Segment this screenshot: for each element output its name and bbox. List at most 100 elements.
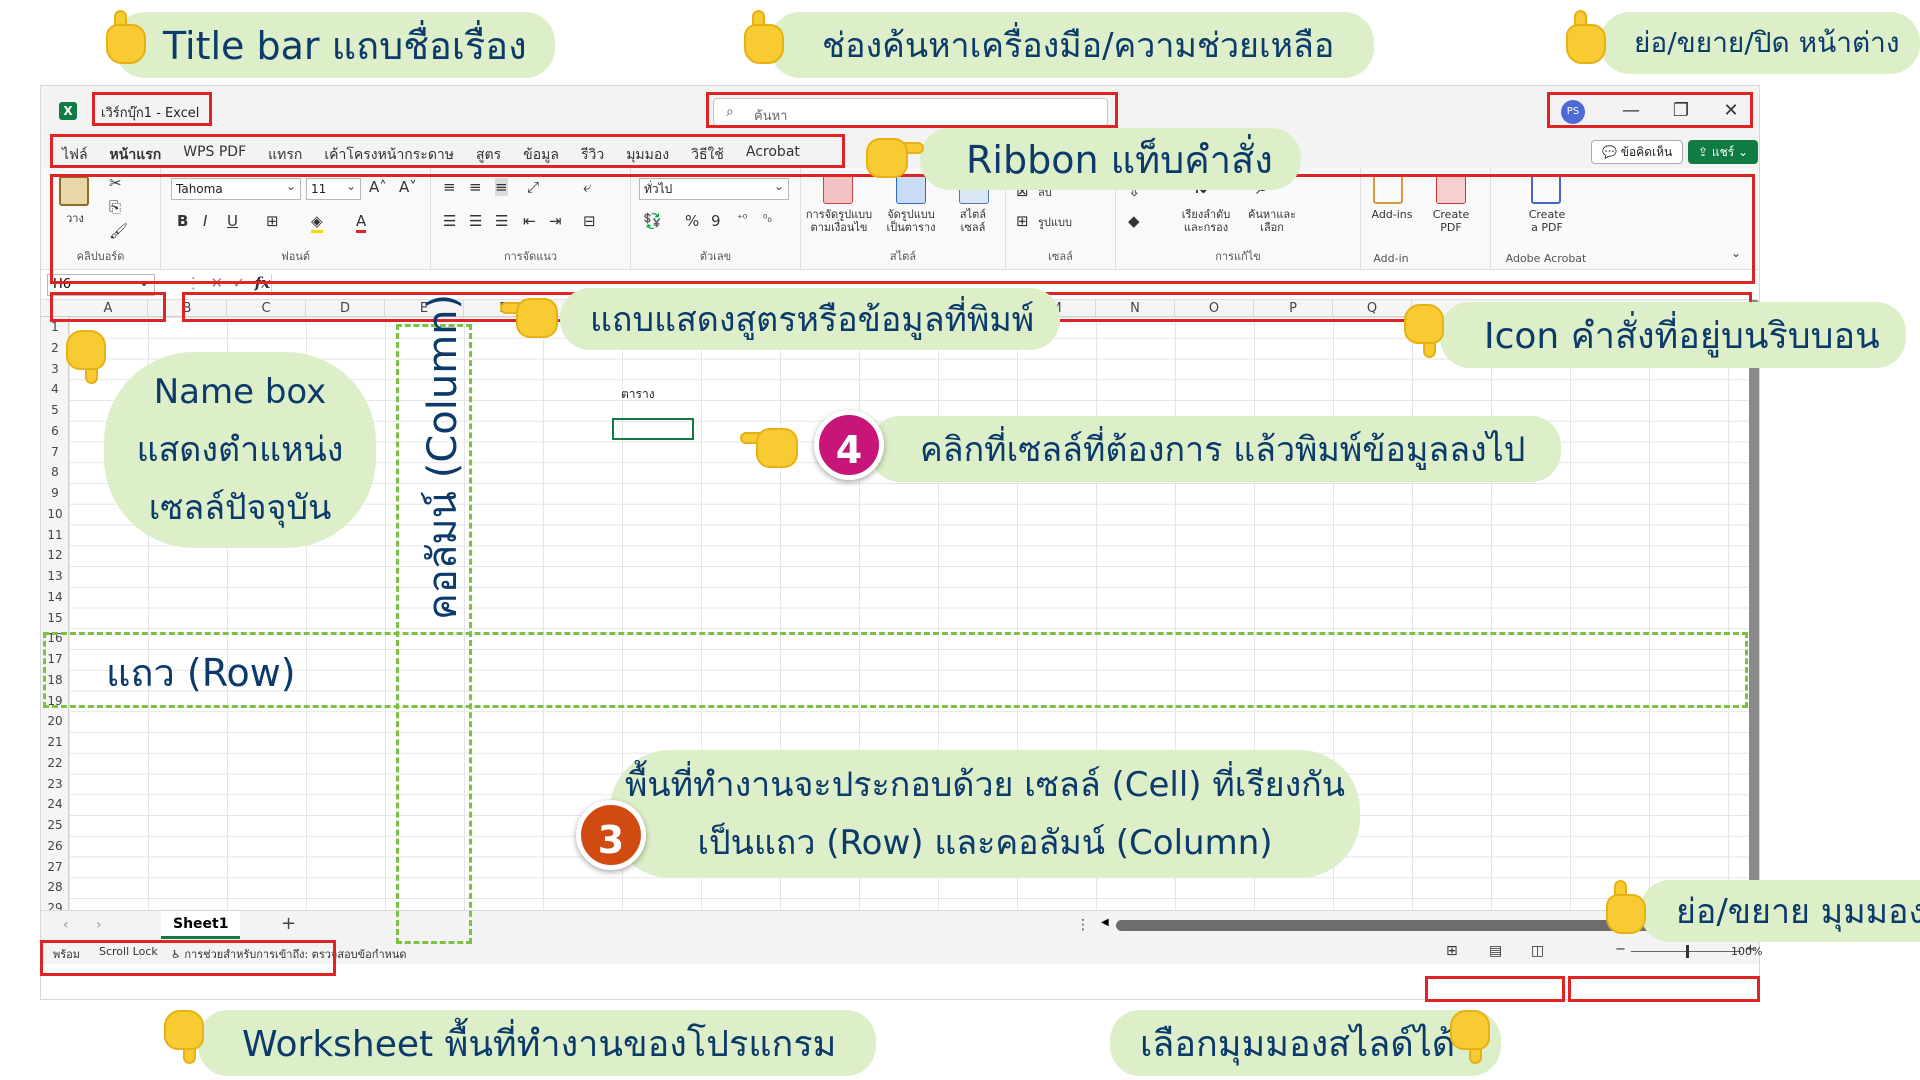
borders-icon[interactable]: ⊞ [266,212,279,230]
search-box[interactable]: ⌕ ค้นหา [713,98,1108,126]
percent-button[interactable]: % [685,212,699,230]
row-header[interactable]: 9 [41,486,69,500]
add-sheet-button[interactable]: + [281,913,296,934]
tab-5[interactable]: สูตร [465,142,512,171]
create-a-pdf-icon[interactable] [1531,174,1561,204]
tab-2[interactable]: WPS PDF [172,142,257,171]
underline-button[interactable]: U [227,212,238,230]
cell-styles-label[interactable]: สไตล์ เซลล์ [947,208,999,234]
column-header[interactable]: P [1254,300,1333,317]
row-header[interactable]: 7 [41,445,69,459]
column-header[interactable]: C [227,300,306,317]
row-header[interactable]: 19 [41,694,69,708]
column-header[interactable]: O [1175,300,1254,317]
format-cells-label[interactable]: รูปแบบ [1038,216,1072,229]
format-as-table-label[interactable]: จัดรูปแบบ เป็นตาราง [879,208,943,234]
comma-button[interactable]: 9 [711,212,721,230]
tab-7[interactable]: รีวิว [570,142,615,171]
decrease-font-icon[interactable]: A˅ [399,178,417,196]
comments-button[interactable]: 💬 ข้อคิดเห็น [1591,140,1684,164]
add-ins-label[interactable]: Add-ins [1367,208,1417,221]
sort-filter-label[interactable]: เรียงลำดับ และกรอง [1174,208,1238,234]
row-header[interactable]: 6 [41,424,69,438]
row-header[interactable]: 8 [41,465,69,479]
currency-icon[interactable]: 💱 [643,212,662,230]
tab-6[interactable]: ข้อมูล [512,142,570,171]
share-button[interactable]: ⇪ แชร์ ⌄ [1688,140,1759,164]
row-header[interactable]: 10 [41,507,69,521]
tab-3[interactable]: แทรก [257,142,313,171]
scroll-left-icon[interactable]: ◀ [1101,917,1109,928]
format-painter-icon[interactable]: 🖌 [109,222,128,240]
align-left-icon[interactable]: ☰ [443,212,456,230]
tab-1[interactable]: หน้าแรก [98,142,173,171]
add-ins-icon[interactable] [1373,174,1403,204]
align-middle-icon[interactable]: ≡ [469,178,482,196]
insert-function-icon[interactable]: fx [255,274,270,292]
row-header[interactable]: 13 [41,569,69,583]
sheet-tab[interactable]: Sheet1 [161,911,241,939]
page-break-view-icon[interactable]: ◫ [1531,943,1544,959]
zoom-out-button[interactable]: − [1615,942,1626,957]
pdf-icon[interactable] [1436,174,1466,204]
format-cells-icon[interactable]: ⊞ [1016,212,1029,230]
row-header[interactable]: 15 [41,611,69,625]
align-top-icon[interactable]: ≡ [443,178,456,196]
tab-4[interactable]: เค้าโครงหน้ากระดาษ [313,142,465,171]
collapse-ribbon-icon[interactable]: ⌄ [1731,246,1741,260]
conditional-format-label[interactable]: การจัดรูปแบบ ตามเงื่อนไข [803,208,875,234]
more-options-icon[interactable]: ⋮ [1076,917,1090,933]
close-button[interactable]: ✕ [1711,96,1751,126]
font-color-icon[interactable]: A [356,212,367,233]
clear-icon[interactable]: ◆ [1128,212,1140,230]
increase-indent-icon[interactable]: ⇥ [549,212,562,230]
row-header[interactable]: 12 [41,548,69,562]
active-cell-H6[interactable] [612,418,694,440]
row-header[interactable]: 4 [41,382,69,396]
row-header[interactable]: 26 [41,839,69,853]
row-header[interactable]: 29 [41,901,69,910]
column-header[interactable]: N [1096,300,1175,317]
copy-icon[interactable]: ⎘ [109,198,121,216]
orientation-icon[interactable]: ⤢ [527,178,539,196]
row-header[interactable]: 28 [41,880,69,894]
column-header[interactable]: D [306,300,385,317]
row-header[interactable]: 22 [41,756,69,770]
accessibility-status[interactable]: ♿ การช่วยสำหรับการเข้าถึง: ตรวจสอบข้อกำห… [171,945,407,963]
row-header[interactable]: 23 [41,777,69,791]
restore-button[interactable]: ❐ [1661,96,1701,126]
increase-decimal-icon[interactable]: ⁺⁰ [737,212,747,225]
name-box[interactable]: H6 [47,272,155,296]
row-header[interactable]: 5 [41,403,69,417]
cut-icon[interactable]: ✂ [109,174,122,192]
normal-view-icon[interactable]: ⊞ [1446,943,1458,959]
conditional-format-icon[interactable] [823,174,853,204]
tab-0[interactable]: ไฟล์ [51,142,99,171]
merge-center-icon[interactable]: ⊟ [583,212,596,230]
row-header[interactable]: 20 [41,714,69,728]
row-header[interactable]: 24 [41,797,69,811]
paste-label[interactable]: วาง [55,212,95,225]
column-header[interactable]: A [69,300,148,317]
number-format-select[interactable]: ทั่วไป [639,176,789,200]
increase-font-icon[interactable]: A˄ [369,178,387,196]
font-size-select[interactable]: 11 [306,176,361,200]
fill-color-icon[interactable]: ◈ [311,212,323,233]
wrap-text-icon[interactable]: ⤶ [583,178,591,196]
column-header[interactable]: B [148,300,227,317]
minimize-button[interactable]: — [1611,96,1651,126]
row-header[interactable]: 11 [41,528,69,542]
tab-10[interactable]: Acrobat [735,142,811,171]
create-pdf-label[interactable]: Create PDF [1427,208,1475,234]
align-right-icon[interactable]: ☰ [495,212,508,230]
zoom-slider-thumb[interactable] [1686,945,1689,958]
italic-button[interactable]: I [203,212,207,230]
row-header[interactable]: 14 [41,590,69,604]
next-sheet-icon[interactable]: › [96,917,102,933]
page-layout-view-icon[interactable]: ▤ [1489,943,1502,959]
row-header[interactable]: 17 [41,652,69,666]
tab-9[interactable]: วิธีใช้ [680,142,735,171]
row-header[interactable]: 18 [41,673,69,687]
vertical-scrollbar[interactable] [1749,300,1759,910]
align-bottom-icon[interactable]: ≡ [495,178,508,196]
